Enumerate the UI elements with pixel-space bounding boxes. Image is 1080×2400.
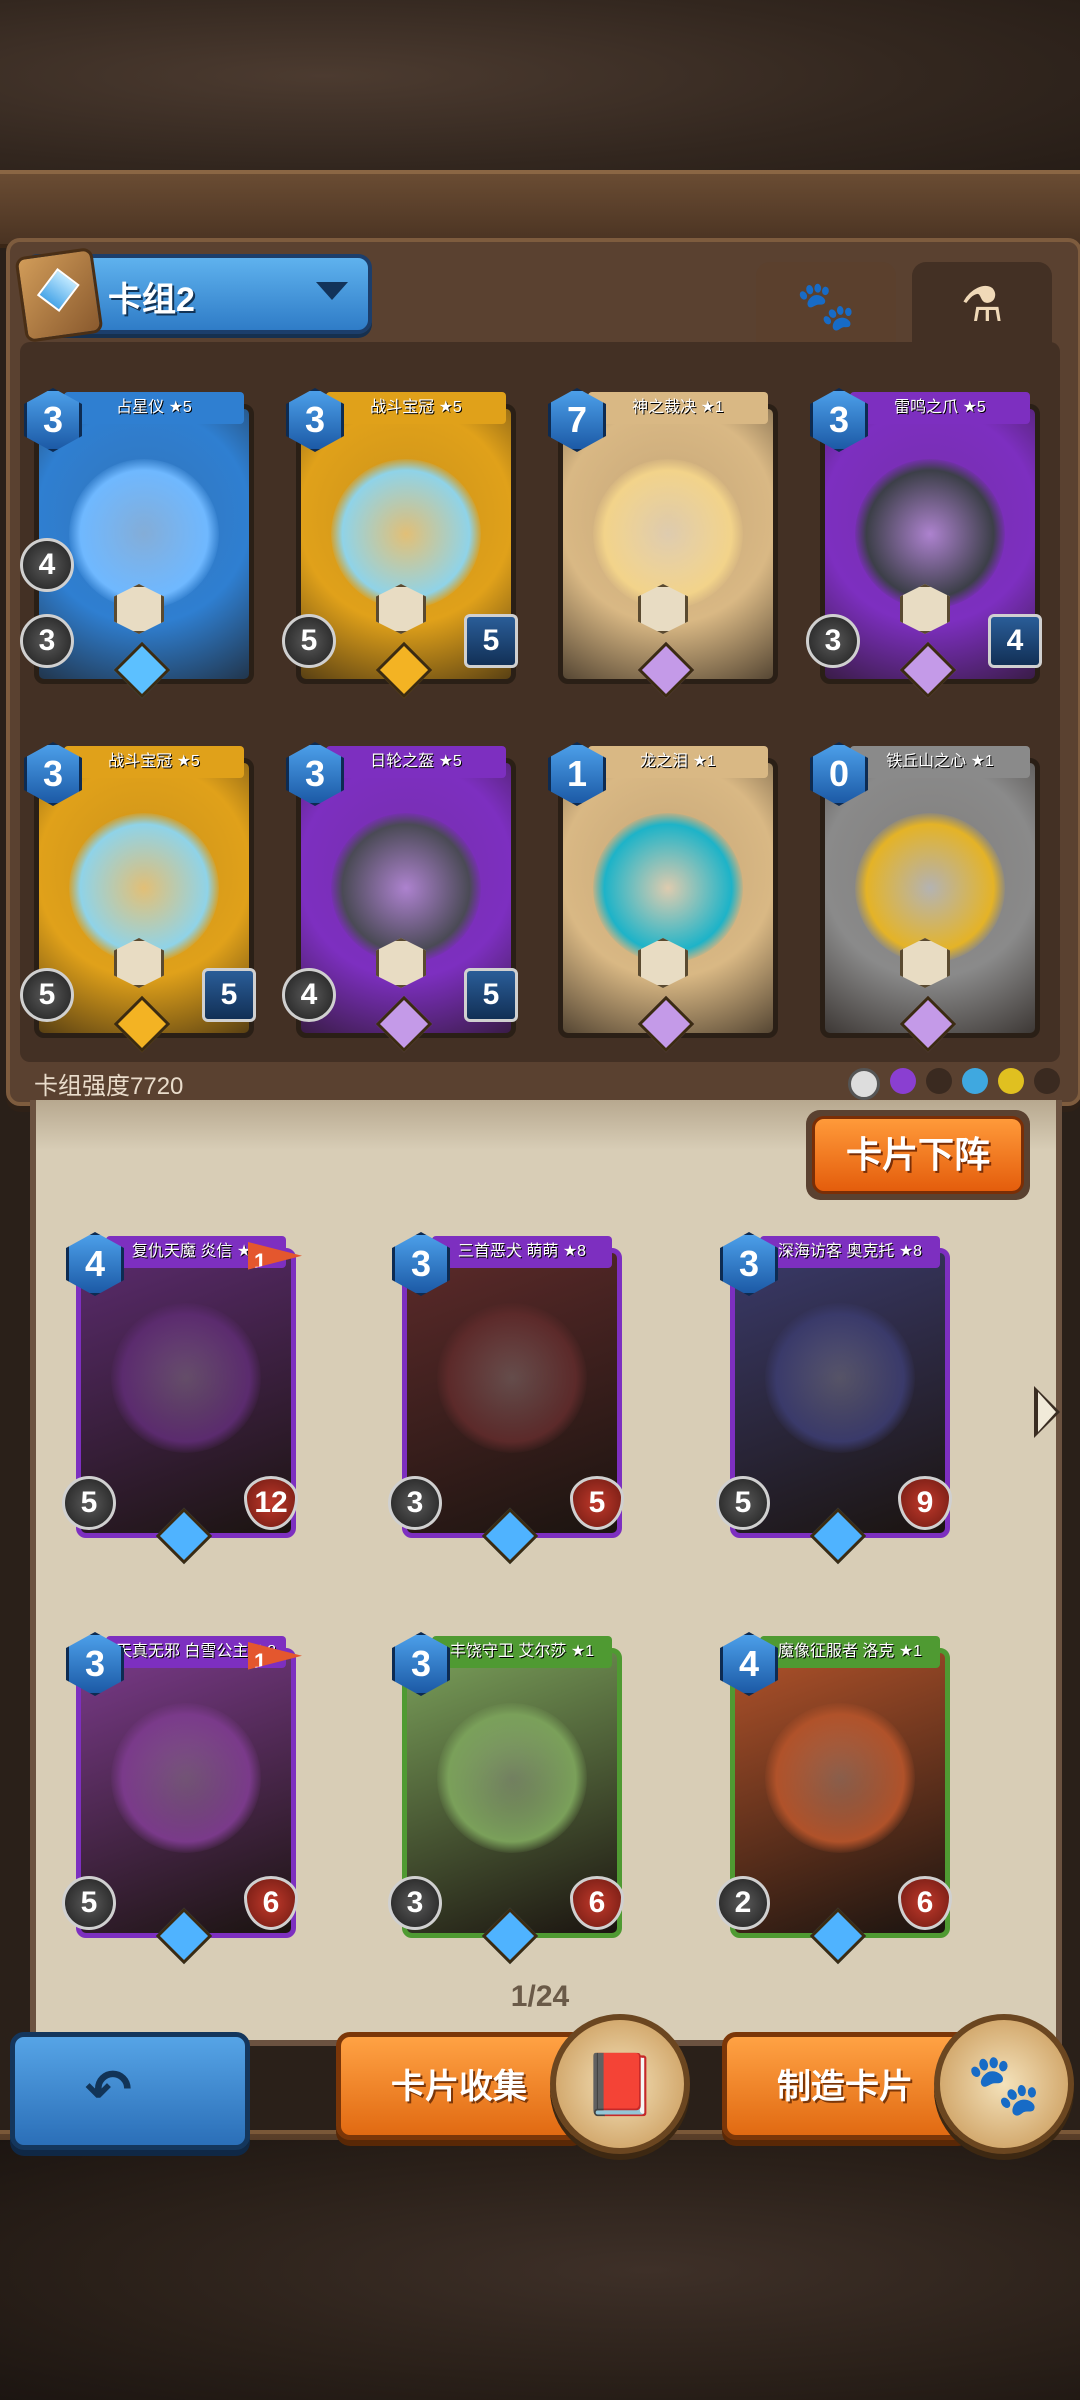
background-bottom <box>0 2140 1080 2400</box>
card-frame <box>820 758 1040 1038</box>
card-art <box>765 1703 915 1853</box>
card-title: 铁丘山之心 ★1 <box>850 746 1030 778</box>
background-top <box>0 0 1080 190</box>
card-stat-right: 5 <box>202 968 256 1022</box>
deck-selector[interactable]: 卡组2 <box>14 246 372 344</box>
card-attack: 5 <box>62 1876 116 1930</box>
page-indicator: 1/24 <box>510 1980 570 2013</box>
deck-card[interactable]: 铁丘山之心 ★1 0 <box>810 742 1040 1053</box>
card-title: 深海访客 奥克托 ★8 <box>760 1236 940 1268</box>
card-collection-label: 卡片收集 <box>391 2068 527 2106</box>
card-art <box>111 1303 261 1453</box>
collection-card[interactable]: 深海访客 奥克托 ★8 3 5 9 <box>716 1232 952 1565</box>
wood-frame-top <box>0 170 1080 248</box>
collection-card[interactable]: 复仇天魔 炎信 ★8 4 1 5 12 <box>62 1232 302 1565</box>
card-stat-bottom: 4 <box>282 968 336 1022</box>
undeploy-card-button[interactable]: 卡片下阵 <box>806 1110 1030 1200</box>
shadow-faction-icon[interactable] <box>926 1068 952 1094</box>
card-collection-button[interactable]: 卡片收集 <box>336 2032 586 2140</box>
card-title: 龙之泪 ★1 <box>588 746 768 778</box>
card-frame <box>558 404 778 684</box>
water-faction-icon[interactable] <box>962 1068 988 1094</box>
tab-potion[interactable]: ⚗ <box>912 262 1052 348</box>
card-attack: 3 <box>388 1476 442 1530</box>
potion-icon: ⚗ <box>960 279 1004 332</box>
card-stat-right: 5 <box>464 614 518 668</box>
fire-faction-icon[interactable] <box>1034 1068 1060 1094</box>
card-book-icon[interactable]: 📕 <box>550 2014 690 2154</box>
deck-card[interactable]: 龙之泪 ★1 1 <box>548 742 778 1053</box>
card-stat-bottom: 3 <box>20 614 74 668</box>
card-stat-bottom: 3 <box>806 614 860 668</box>
card-stat-right: 5 <box>464 968 518 1022</box>
craft-potion-icon[interactable]: 🐾 <box>934 2014 1074 2154</box>
dropdown-caret-icon <box>316 282 348 300</box>
neutral-faction-icon[interactable] <box>848 1068 880 1100</box>
deck-card[interactable]: 占星仪 ★5 3 4 3 <box>20 388 254 699</box>
deck-card[interactable]: 战斗宝冠 ★5 3 5 5 <box>282 388 518 699</box>
next-page-icon[interactable] <box>1034 1386 1060 1438</box>
faction-filter <box>848 1068 1060 1100</box>
back-arrow-icon: ↶ <box>85 2058 132 2121</box>
craft-card-label: 制造卡片 <box>777 2068 913 2106</box>
card-title: 丰饶守卫 艾尔莎 ★1 <box>432 1636 612 1668</box>
card-attack: 5 <box>716 1476 770 1530</box>
card-title: 日轮之盔 ★5 <box>326 746 506 778</box>
card-stat-bottom: 5 <box>282 614 336 668</box>
collection-card[interactable]: 三首恶犬 萌萌 ★8 3 3 5 <box>388 1232 624 1565</box>
deck-panel: 卡组2 🐾 ⚗ 占星仪 ★5 3 4 3 战斗宝冠 ★5 3 5 5 神之裁决 ★1 7 雷鸣之爪 … <box>6 238 1080 1106</box>
card-title: 魔像征服者 洛克 ★1 <box>760 1636 940 1668</box>
storm-faction-icon[interactable] <box>998 1068 1024 1094</box>
card-stat-top: 4 <box>20 538 74 592</box>
deck-card[interactable]: 日轮之盔 ★5 3 4 5 <box>282 742 518 1053</box>
card-title: 战斗宝冠 ★5 <box>64 746 244 778</box>
arcane-faction-icon[interactable] <box>890 1068 916 1094</box>
undeploy-card-label: 卡片下阵 <box>812 1116 1024 1194</box>
paw-icon: 🐾 <box>796 279 856 333</box>
card-art <box>765 1303 915 1453</box>
collection-card[interactable]: 天真无邪 白雪公主 ★8 3 1 5 6 <box>62 1632 302 1965</box>
card-attack: 3 <box>388 1876 442 1930</box>
back-button[interactable]: ↶ <box>10 2032 250 2150</box>
card-title: 战斗宝冠 ★5 <box>326 392 506 424</box>
card-attack: 5 <box>62 1476 116 1530</box>
deck-strength: 卡组强度7720 <box>34 1073 184 1100</box>
deck-card[interactable]: 雷鸣之爪 ★5 3 3 4 <box>806 388 1042 699</box>
collection-card[interactable]: 魔像征服者 洛克 ★1 4 2 6 <box>716 1632 952 1965</box>
collection-card[interactable]: 丰饶守卫 艾尔莎 ★1 3 3 6 <box>388 1632 624 1965</box>
card-stat-right: 4 <box>988 614 1042 668</box>
deck-name: 卡组2 <box>108 281 195 319</box>
card-title: 占星仪 ★5 <box>64 392 244 424</box>
card-art <box>437 1703 587 1853</box>
deck-book-icon <box>14 246 104 344</box>
deck-card[interactable]: 战斗宝冠 ★5 3 5 5 <box>20 742 256 1053</box>
card-art <box>111 1703 261 1853</box>
card-title: 三首恶犬 萌萌 ★8 <box>432 1236 612 1268</box>
card-title: 雷鸣之爪 ★5 <box>850 392 1030 424</box>
card-art <box>437 1303 587 1453</box>
tab-paw[interactable]: 🐾 <box>756 262 896 348</box>
card-attack: 2 <box>716 1876 770 1930</box>
deck-card[interactable]: 神之裁决 ★1 7 <box>548 388 778 699</box>
card-frame <box>558 758 778 1038</box>
card-stat-bottom: 5 <box>20 968 74 1022</box>
card-title: 神之裁决 ★1 <box>588 392 768 424</box>
